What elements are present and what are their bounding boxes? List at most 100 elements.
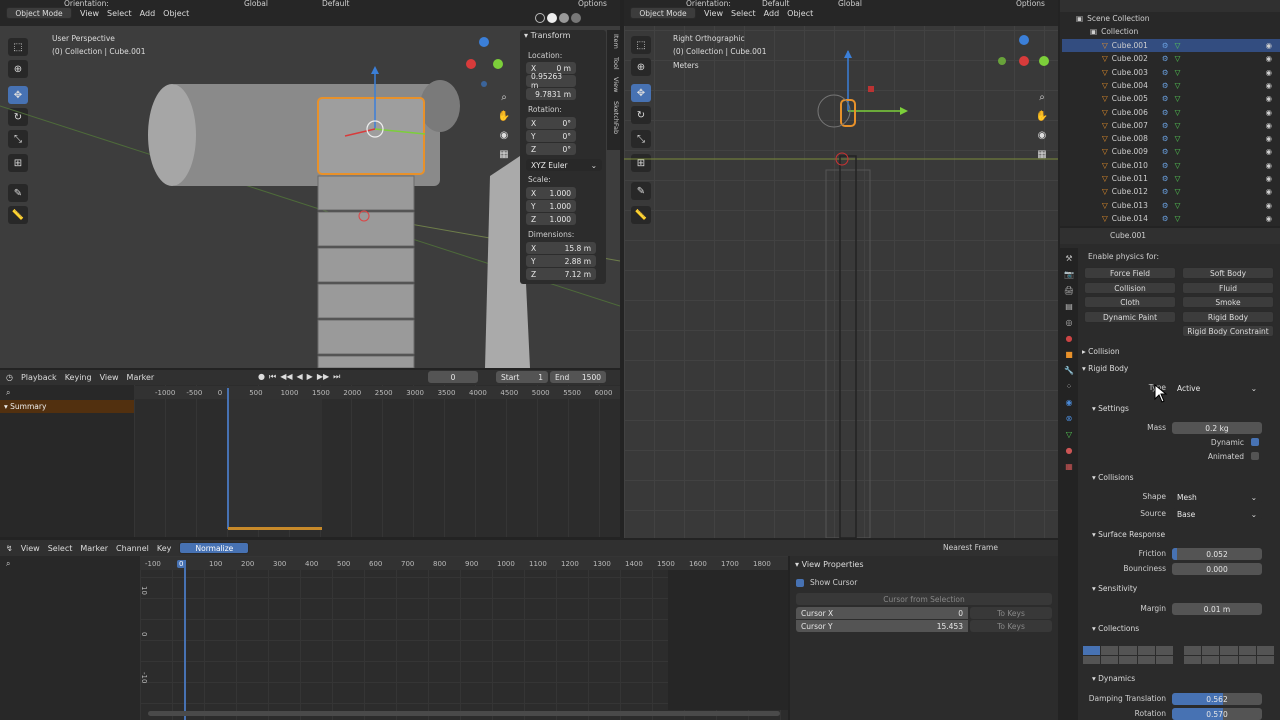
menu-view-right[interactable]: View xyxy=(704,9,723,18)
view-layer-tab-icon[interactable]: ▤ xyxy=(1065,302,1073,311)
options-menu[interactable]: Options xyxy=(578,0,607,8)
modifier-tab-icon[interactable]: 🔧 xyxy=(1064,366,1074,375)
show-cursor-checkbox[interactable] xyxy=(796,579,804,587)
outliner-item[interactable]: ▽ Cube.010 ⚙ ▽ ◉ xyxy=(1062,159,1280,172)
outliner-item[interactable]: ▽ Cube.001 ⚙ ▽ ◉ xyxy=(1062,39,1280,52)
prev-key-icon[interactable]: ◀◀ xyxy=(280,372,292,382)
shape-select[interactable]: Mesh ⌄ xyxy=(1172,491,1262,503)
menu-select[interactable]: Select xyxy=(107,9,132,18)
material-tab-icon[interactable]: ● xyxy=(1066,446,1073,455)
scale-y-field[interactable]: Y 1.000 xyxy=(526,200,576,212)
settings-subpanel[interactable]: ▾ Settings xyxy=(1092,404,1129,413)
orientation-value-right[interactable]: Global xyxy=(838,0,862,8)
mass-field[interactable]: 0.2 kg xyxy=(1172,422,1262,434)
default-transform[interactable]: Default xyxy=(322,0,349,8)
grid-icon[interactable]: ▦ xyxy=(497,149,511,160)
eye-icon[interactable]: ◉ xyxy=(1265,121,1272,130)
collection-row[interactable]: ▣ Collection xyxy=(1062,25,1280,38)
surface-response-subpanel[interactable]: ▾ Surface Response xyxy=(1092,530,1165,539)
eye-icon[interactable]: ◉ xyxy=(1265,161,1272,170)
output-tab-icon[interactable]: 🖨 xyxy=(1064,286,1074,295)
cursor-x-field[interactable]: Cursor X0 xyxy=(796,607,968,619)
tab-item[interactable]: Item xyxy=(607,34,620,49)
menu-add-right[interactable]: Add xyxy=(764,9,780,18)
menu-keying[interactable]: Keying xyxy=(65,373,92,382)
outliner-item[interactable]: ▽ Cube.003 ⚙ ▽ ◉ xyxy=(1062,66,1280,79)
outliner-item[interactable]: ▽ Cube.011 ⚙ ▽ ◉ xyxy=(1062,172,1280,185)
data-tab-icon[interactable]: ▽ xyxy=(1066,430,1072,439)
constraints-tab-icon[interactable]: ⊗ xyxy=(1066,414,1073,423)
damping-rotation-slider[interactable]: 0.570 xyxy=(1172,708,1262,720)
texture-tab-icon[interactable]: ▦ xyxy=(1065,462,1073,471)
pivot-select[interactable]: Nearest Frame xyxy=(943,543,998,552)
timeline-playhead[interactable] xyxy=(227,388,229,529)
menu-view-graph[interactable]: View xyxy=(21,544,40,553)
outliner-item[interactable]: ▽ Cube.006 ⚙ ▽ ◉ xyxy=(1062,106,1280,119)
dim-x-field[interactable]: X 15.8 m xyxy=(526,242,596,254)
dynamics-subpanel[interactable]: ▾ Dynamics xyxy=(1092,674,1135,683)
zoom-icon[interactable]: ⌕ xyxy=(497,92,511,103)
collection-layers-b[interactable] xyxy=(1184,646,1274,664)
nav-buttons-left[interactable]: ⌕ ✋ ◉ ▦ xyxy=(497,92,511,160)
material-icon[interactable] xyxy=(559,13,569,23)
zoom-icon[interactable]: ⌕ xyxy=(1035,92,1049,103)
cursor-y-field[interactable]: Cursor Y 15.453 xyxy=(796,620,968,632)
tab-view[interactable]: View xyxy=(607,77,620,92)
dynamic-paint-button[interactable]: Dynamic Paint xyxy=(1084,311,1176,323)
default-transform-right[interactable]: Default xyxy=(762,0,789,8)
menu-object[interactable]: Object xyxy=(163,9,189,18)
scale-x-field[interactable]: X 1.000 xyxy=(526,187,576,199)
menu-view-timeline[interactable]: View xyxy=(100,373,119,382)
orientation-value[interactable]: Global xyxy=(244,0,268,8)
normalize-toggle[interactable]: Normalize xyxy=(179,542,250,554)
cloth-button[interactable]: Cloth xyxy=(1084,296,1176,308)
rotation-z-field[interactable]: Z 0° xyxy=(526,143,576,155)
collisions-subpanel[interactable]: ▾ Collisions xyxy=(1092,473,1133,482)
object-tab-icon[interactable]: ■ xyxy=(1065,350,1073,359)
shading-buttons[interactable] xyxy=(535,13,601,25)
timeline-search-icon[interactable]: ⌕ xyxy=(6,388,10,398)
transform-title[interactable]: ▾ Transform xyxy=(524,31,570,40)
mode-select[interactable]: Object Mode xyxy=(6,7,72,19)
eye-icon[interactable]: ◉ xyxy=(1265,54,1272,63)
tab-sketchfab[interactable]: SketchFab xyxy=(607,101,620,134)
options-menu-right[interactable]: Options xyxy=(1016,0,1045,8)
view-properties-title[interactable]: ▾ View Properties xyxy=(795,560,864,569)
next-key-icon[interactable]: ▶▶ xyxy=(317,372,329,382)
npanel-tabs[interactable]: Item Tool View SketchFab xyxy=(607,30,620,150)
cursor-y-to-keys[interactable]: To Keys xyxy=(970,620,1052,632)
scene-right[interactable] xyxy=(624,26,1058,538)
outliner-item[interactable]: ▽ Cube.005 ⚙ ▽ ◉ xyxy=(1062,92,1280,105)
camera-icon[interactable]: ◉ xyxy=(497,130,511,141)
eye-icon[interactable]: ◉ xyxy=(1265,214,1272,223)
rendered-icon[interactable] xyxy=(571,13,581,23)
cursor-from-selection-button[interactable]: Cursor from Selection xyxy=(796,593,1052,605)
fluid-button[interactable]: Fluid xyxy=(1182,282,1274,294)
menu-add[interactable]: Add xyxy=(140,9,156,18)
outliner-item[interactable]: ▽ Cube.008 ⚙ ▽ ◉ xyxy=(1062,132,1280,145)
rigid-body-button[interactable]: Rigid Body xyxy=(1182,311,1274,323)
particles-tab-icon[interactable]: ⁘ xyxy=(1066,382,1073,391)
render-tab-icon[interactable]: 📷 xyxy=(1064,270,1074,279)
margin-field[interactable]: 0.01 m xyxy=(1172,603,1262,615)
sensitivity-subpanel[interactable]: ▾ Sensitivity xyxy=(1092,584,1137,593)
jump-end-icon[interactable]: ⏭ xyxy=(333,372,340,382)
eye-icon[interactable]: ◉ xyxy=(1265,41,1272,50)
dim-y-field[interactable]: Y 2.88 m xyxy=(526,255,596,267)
properties-tabs[interactable]: ⚒ 📷 🖨 ▤ ◎ ● ■ 🔧 ⁘ ◉ ⊗ ▽ ● ▦ xyxy=(1060,248,1078,720)
graph-playhead[interactable] xyxy=(184,560,186,720)
eye-icon[interactable]: ◉ xyxy=(1265,68,1272,77)
wireframe-icon[interactable] xyxy=(535,13,545,23)
end-frame-field[interactable]: End 1500 xyxy=(550,371,606,383)
eye-icon[interactable]: ◉ xyxy=(1265,187,1272,196)
animated-checkbox[interactable] xyxy=(1251,452,1259,460)
tool-tab-icon[interactable]: ⚒ xyxy=(1065,254,1072,263)
solid-icon[interactable] xyxy=(547,13,557,23)
location-y-field[interactable]: 0.95263 m xyxy=(526,72,576,90)
world-tab-icon[interactable]: ● xyxy=(1066,334,1073,343)
scene-collection-row[interactable]: ▣ Scene Collection xyxy=(1062,12,1280,25)
location-z-field[interactable]: 9.7831 m xyxy=(526,88,576,100)
outliner-item[interactable]: ▽ Cube.007 ⚙ ▽ ◉ xyxy=(1062,119,1280,132)
rigid-body-constraint-button[interactable]: Rigid Body Constraint xyxy=(1182,325,1274,337)
friction-slider[interactable]: 0.052 xyxy=(1172,548,1262,560)
